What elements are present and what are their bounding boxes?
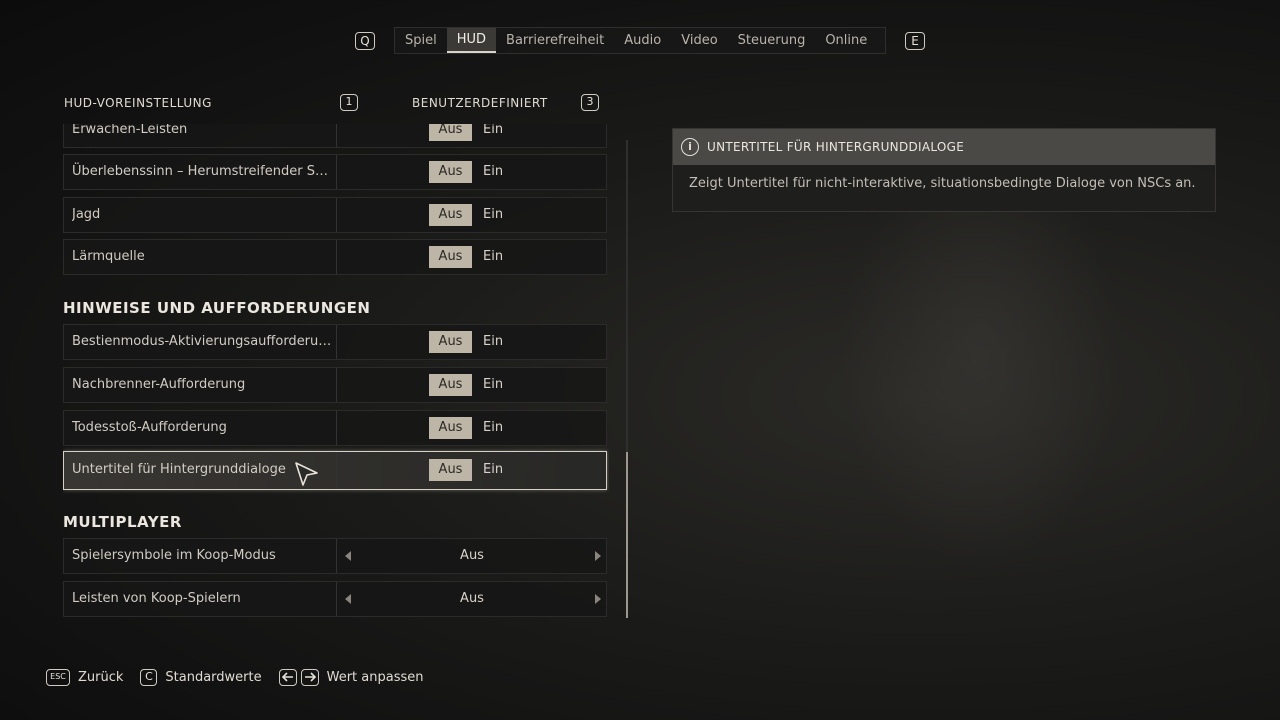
setting-label: Leisten von Koop-Spielern	[72, 591, 241, 606]
option-ein[interactable]: Ein	[483, 452, 503, 488]
option-ein[interactable]: Ein	[483, 368, 503, 402]
row-divider	[336, 240, 337, 274]
setting-label: Bestienmodus-Aktivierungsaufforderung	[72, 334, 334, 349]
setting-label: Überlebenssinn – Herumstreifender Scha..…	[72, 164, 334, 179]
option-aus-selected[interactable]: Aus	[429, 246, 472, 268]
tab-hud[interactable]: HUD	[446, 28, 497, 53]
setting-row-ueberlebenssinn[interactable]: Überlebenssinn – Herumstreifender Scha..…	[63, 154, 607, 190]
setting-label: Lärmquelle	[72, 249, 145, 264]
tab-online[interactable]: Online	[815, 28, 877, 53]
tab-steuerung[interactable]: Steuerung	[728, 28, 816, 53]
selector-value: Aus	[460, 548, 484, 563]
option-aus-selected[interactable]: Aus	[429, 417, 472, 439]
background-character	[840, 210, 1120, 570]
option-ein[interactable]: Ein	[483, 240, 503, 274]
defaults-hint[interactable]: C Standardwerte	[140, 668, 262, 686]
adjust-label: Wert anpassen	[326, 669, 424, 685]
setting-label: Nachbrenner-Aufforderung	[72, 377, 246, 392]
setting-label: Jagd	[72, 207, 101, 222]
setting-row-nachbrenner[interactable]: Nachbrenner-Aufforderung Aus Ein	[63, 367, 607, 403]
selector-value: Aus	[460, 591, 484, 606]
option-aus-selected[interactable]: Aus	[429, 459, 472, 481]
arrow-right-key-icon[interactable]	[300, 668, 319, 686]
info-icon: i	[681, 138, 699, 156]
preset-prev-key[interactable]: 1	[340, 94, 358, 111]
info-description: Zeigt Untertitel für nicht-interaktive, …	[689, 176, 1196, 191]
tab-bar: Spiel HUD Barrierefreiheit Audio Video S…	[394, 27, 886, 54]
option-ein[interactable]: Ein	[483, 198, 503, 232]
setting-row-erwachen[interactable]: Erwachen-Leisten Aus Ein	[63, 124, 607, 148]
tab-spiel[interactable]: Spiel	[395, 28, 447, 53]
info-title: UNTERTITEL FÜR HINTERGRUNDDIALOGE	[707, 140, 965, 154]
option-ein[interactable]: Ein	[483, 155, 503, 189]
mouse-cursor-icon	[295, 462, 318, 486]
option-aus-selected[interactable]: Aus	[429, 161, 472, 183]
row-divider	[336, 368, 337, 402]
preset-label: HUD-VOREINSTELLUNG	[64, 96, 212, 110]
section-title-multiplayer: MULTIPLAYER	[63, 513, 182, 531]
setting-label: Erwachen-Leisten	[72, 124, 188, 137]
option-aus-selected[interactable]: Aus	[429, 124, 472, 141]
setting-row-todesstoss[interactable]: Todesstoß-Aufforderung Aus Ein	[63, 410, 607, 446]
esc-key[interactable]: ESC	[46, 668, 70, 686]
arrow-right-icon[interactable]	[595, 551, 601, 561]
setting-row-untertitel-selected[interactable]: Untertitel für Hintergrunddialoge Aus Ei…	[63, 451, 607, 490]
row-divider	[336, 325, 337, 359]
row-divider	[336, 124, 337, 147]
arrow-left-key-icon[interactable]	[278, 668, 297, 686]
option-aus-selected[interactable]: Aus	[429, 374, 472, 396]
scrollbar-thumb[interactable]	[626, 452, 628, 618]
footer-hints: ESC Zurück C Standardwerte Wert anpassen	[46, 667, 441, 687]
info-panel: i UNTERTITEL FÜR HINTERGRUNDDIALOGE Zeig…	[672, 128, 1216, 212]
info-panel-header: i UNTERTITEL FÜR HINTERGRUNDDIALOGE	[673, 129, 1215, 165]
setting-row-spielersymbole[interactable]: Spielersymbole im Koop-Modus Aus	[63, 538, 607, 574]
arrow-right-icon[interactable]	[595, 594, 601, 604]
tab-video[interactable]: Video	[671, 28, 727, 53]
c-key[interactable]: C	[140, 668, 158, 686]
option-ein[interactable]: Ein	[483, 124, 503, 147]
option-aus-selected[interactable]: Aus	[429, 204, 472, 226]
prev-tab-key[interactable]: Q	[355, 32, 375, 50]
preset-next-key[interactable]: 3	[581, 94, 599, 111]
option-aus-selected[interactable]: Aus	[429, 331, 472, 353]
setting-label: Todesstoß-Aufforderung	[72, 420, 227, 435]
row-divider	[336, 452, 337, 488]
defaults-label: Standardwerte	[165, 669, 262, 685]
row-divider	[336, 411, 337, 445]
adjust-hint[interactable]: Wert anpassen	[278, 668, 424, 686]
option-ein[interactable]: Ein	[483, 325, 503, 359]
tab-audio[interactable]: Audio	[614, 28, 671, 53]
back-label: Zurück	[78, 669, 124, 685]
preset-value[interactable]: BENUTZERDEFINIERT	[412, 96, 548, 110]
next-tab-key[interactable]: E	[905, 32, 925, 50]
option-ein[interactable]: Ein	[483, 411, 503, 445]
setting-row-laermquelle[interactable]: Lärmquelle Aus Ein	[63, 239, 607, 275]
setting-row-bestienmodus[interactable]: Bestienmodus-Aktivierungsaufforderung Au…	[63, 324, 607, 360]
back-hint[interactable]: ESC Zurück	[46, 668, 124, 686]
row-divider	[336, 198, 337, 232]
settings-list: Erwachen-Leisten Aus Ein Überlebenssinn …	[63, 124, 609, 618]
row-divider	[336, 155, 337, 189]
tab-barrierefreiheit[interactable]: Barrierefreiheit	[496, 28, 614, 53]
setting-row-leisten-koop[interactable]: Leisten von Koop-Spielern Aus	[63, 581, 607, 617]
section-title-hints: HINWEISE UND AUFFORDERUNGEN	[63, 299, 371, 317]
setting-label: Spielersymbole im Koop-Modus	[72, 548, 276, 563]
setting-row-jagd[interactable]: Jagd Aus Ein	[63, 197, 607, 233]
